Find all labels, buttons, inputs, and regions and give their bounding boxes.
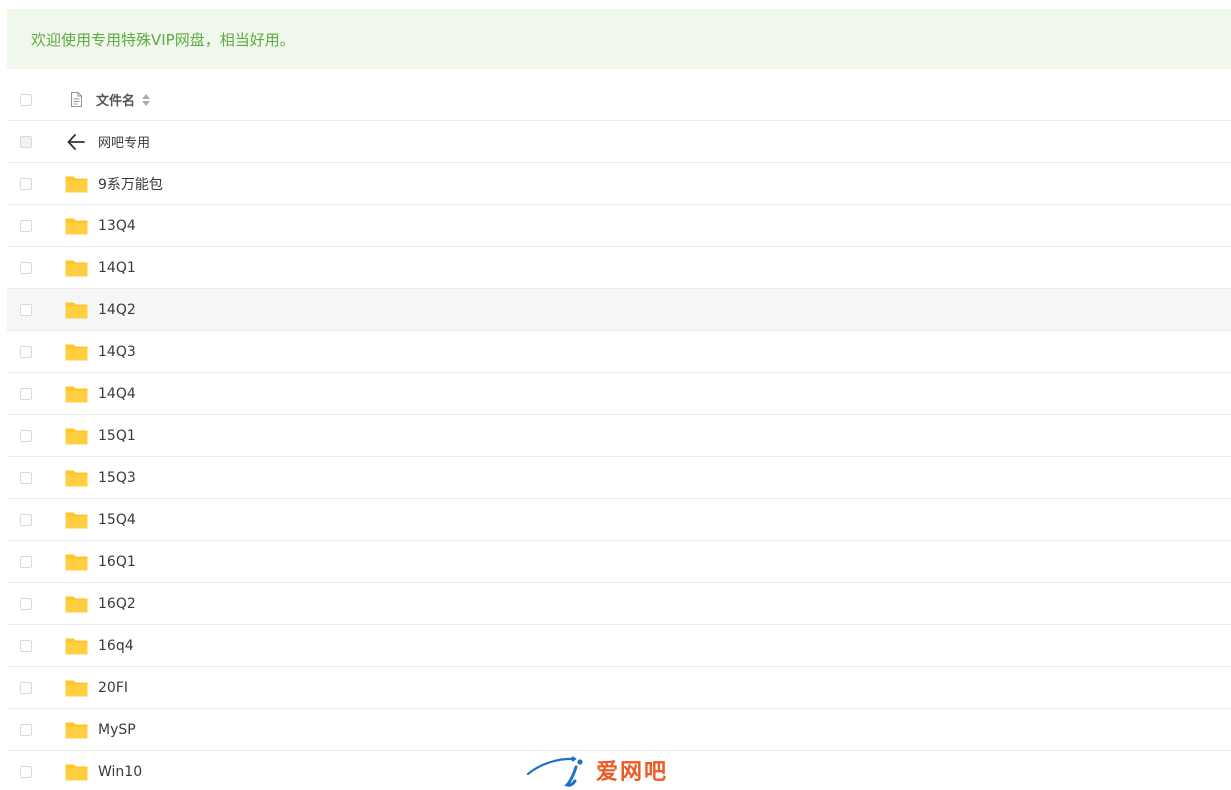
row-checkbox[interactable] (20, 471, 32, 484)
folder-icon (64, 468, 88, 488)
row-checkbox[interactable] (20, 303, 32, 316)
folder-row[interactable]: 16q4 (7, 625, 1231, 667)
folder-row[interactable]: MySP (7, 709, 1231, 751)
row-checkbox[interactable] (20, 765, 32, 778)
folder-name[interactable]: Win10 (98, 764, 142, 780)
back-row[interactable]: 网吧专用 (7, 121, 1231, 163)
row-checkbox[interactable] (20, 681, 32, 694)
folder-name[interactable]: 15Q1 (98, 428, 136, 444)
folder-name[interactable]: 20FI (98, 680, 128, 696)
folder-row[interactable]: 15Q4 (7, 499, 1231, 541)
folder-row[interactable]: 16Q2 (7, 583, 1231, 625)
folder-icon (64, 636, 88, 656)
welcome-text: 欢迎使用专用特殊VIP网盘，相当好用。 (31, 30, 295, 49)
folder-icon (64, 426, 88, 446)
folder-name[interactable]: 9系万能包 (98, 174, 163, 194)
folder-name[interactable]: 14Q1 (98, 260, 136, 276)
row-checkbox (20, 135, 32, 148)
folder-icon (64, 510, 88, 530)
folder-row[interactable]: 14Q1 (7, 247, 1231, 289)
folder-row[interactable]: 14Q4 (7, 373, 1231, 415)
back-label[interactable]: 网吧专用 (98, 132, 150, 151)
folder-name[interactable]: 14Q3 (98, 344, 136, 360)
welcome-banner: 欢迎使用专用特殊VIP网盘，相当好用。 (7, 9, 1231, 69)
file-icon (64, 90, 88, 110)
table-header: 文件名 (7, 79, 1231, 121)
arrow-left-icon[interactable] (64, 132, 88, 152)
file-manager: 欢迎使用专用特殊VIP网盘，相当好用。 文件名 网吧专用 9系万能包 13Q4 … (0, 0, 1231, 790)
row-checkbox[interactable] (20, 513, 32, 526)
folder-row[interactable]: 15Q3 (7, 457, 1231, 499)
folder-name[interactable]: 15Q3 (98, 470, 136, 486)
folder-row[interactable]: 9系万能包 (7, 163, 1231, 205)
folder-name[interactable]: 16Q1 (98, 554, 136, 570)
folder-name[interactable]: MySP (98, 722, 136, 738)
row-checkbox[interactable] (20, 555, 32, 568)
row-checkbox[interactable] (20, 639, 32, 652)
watermark-i-icon (526, 756, 583, 787)
folder-name[interactable]: 16Q2 (98, 596, 136, 612)
site-watermark-logo: 爱网吧 (526, 752, 706, 788)
folder-row[interactable]: 13Q4 (7, 205, 1231, 247)
folder-icon (64, 300, 88, 320)
folder-icon (64, 594, 88, 614)
folder-name[interactable]: 14Q4 (98, 386, 136, 402)
row-checkbox[interactable] (20, 387, 32, 400)
folder-name[interactable]: 13Q4 (98, 218, 136, 234)
folder-list: 9系万能包 13Q4 14Q1 14Q2 14Q3 14Q4 15Q1 15Q3 15Q4 16Q… (7, 163, 1231, 790)
row-checkbox[interactable] (20, 345, 32, 358)
row-checkbox[interactable] (20, 429, 32, 442)
folder-row[interactable]: 20FI (7, 667, 1231, 709)
file-table: 文件名 网吧专用 9系万能包 13Q4 14Q1 14Q2 14Q3 14Q4 15Q1 15… (7, 79, 1231, 790)
folder-name[interactable]: 14Q2 (98, 302, 136, 318)
folder-name[interactable]: 15Q4 (98, 512, 136, 528)
folder-icon (64, 342, 88, 362)
select-all-checkbox[interactable] (20, 93, 32, 106)
watermark-text: 爱网吧 (596, 760, 669, 785)
folder-icon (64, 678, 88, 698)
folder-icon (64, 762, 88, 782)
folder-icon (64, 384, 88, 404)
folder-icon (64, 552, 88, 572)
row-checkbox[interactable] (20, 261, 32, 274)
row-checkbox[interactable] (20, 597, 32, 610)
folder-icon (64, 258, 88, 278)
row-checkbox[interactable] (20, 177, 32, 190)
folder-icon (64, 174, 88, 194)
folder-row[interactable]: 16Q1 (7, 541, 1231, 583)
folder-name[interactable]: 16q4 (98, 638, 134, 654)
column-name-header: 文件名 (96, 90, 151, 109)
row-checkbox[interactable] (20, 723, 32, 736)
row-checkbox[interactable] (20, 219, 32, 232)
folder-icon (64, 216, 88, 236)
folder-row[interactable]: 14Q3 (7, 331, 1231, 373)
folder-row[interactable]: 15Q1 (7, 415, 1231, 457)
folder-row[interactable]: 14Q2 (7, 289, 1231, 331)
column-name-label: 文件名 (96, 94, 136, 109)
folder-icon (64, 720, 88, 740)
sort-icon[interactable] (142, 93, 151, 106)
